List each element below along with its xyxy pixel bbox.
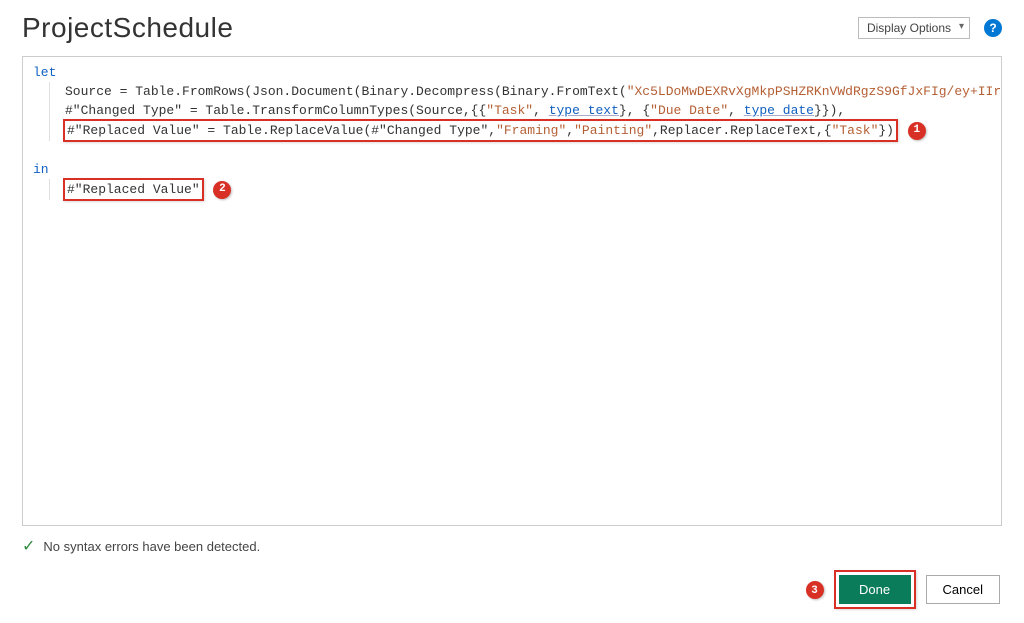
display-options-dropdown[interactable]: Display Options [858,17,970,39]
callout-3: 3 [806,581,824,599]
check-icon: ✓ [22,536,35,556]
done-button[interactable]: Done [839,575,911,604]
help-icon[interactable]: ? [984,19,1002,37]
header-bar: ProjectSchedule Display Options ? [22,12,1002,44]
code-line-result: #"Replaced Value" 2 [23,179,1001,200]
callout-1: 1 [908,122,926,140]
footer-buttons: 3 Done Cancel [22,570,1002,609]
status-text: No syntax errors have been detected. [43,539,260,554]
annotation-box-1: #"Replaced Value" = Table.ReplaceValue(#… [63,119,898,142]
code-line-changed-type: #"Changed Type" = Table.TransformColumnT… [23,101,1001,120]
callout-2: 2 [213,181,231,199]
code-editor[interactable]: let Source = Table.FromRows(Json.Documen… [22,56,1002,526]
page-title: ProjectSchedule [22,12,233,44]
keyword-let: let [33,65,56,80]
code-line-replaced-value: #"Replaced Value" = Table.ReplaceValue(#… [23,120,1001,141]
status-bar: ✓ No syntax errors have been detected. [22,536,1002,556]
code-line-source: Source = Table.FromRows(Json.Document(Bi… [23,82,1001,101]
annotation-box-2: #"Replaced Value" [63,178,204,201]
cancel-button[interactable]: Cancel [926,575,1000,604]
keyword-in: in [33,162,49,177]
annotation-box-3: Done [834,570,916,609]
